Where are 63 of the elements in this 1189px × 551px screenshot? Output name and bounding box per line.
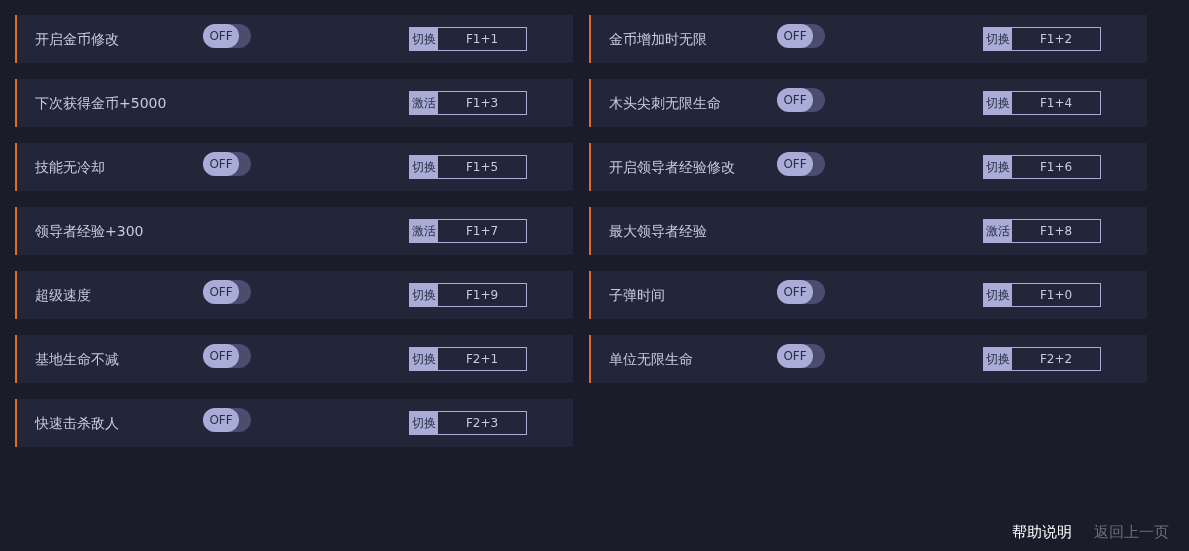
toggle-switch[interactable]: OFF	[777, 279, 825, 304]
hotkey-action: 切换	[984, 92, 1012, 114]
hotkey-box[interactable]: 切换 F1+2	[983, 27, 1101, 51]
cheat-label: 快速击杀敌人	[33, 413, 120, 433]
hotkey-box[interactable]: 切换 F1+9	[409, 283, 527, 307]
toggle-switch[interactable]: OFF	[777, 151, 825, 176]
hotkey-text: F1+2	[1038, 31, 1074, 48]
hotkey-box[interactable]: 激活 F1+7	[409, 219, 527, 243]
cheat-label: 基地生命不减	[34, 349, 120, 369]
hotkey-text: F1+5	[464, 159, 500, 176]
hotkey-text: F1+9	[464, 287, 500, 304]
hotkey-box[interactable]: 切换 F2+1	[409, 347, 527, 371]
hotkey-text: F1+4	[1038, 95, 1074, 112]
hotkey-text: F2+3	[464, 415, 500, 432]
hotkey-box[interactable]: 切换 F1+5	[409, 155, 527, 179]
hotkey-action: 切换	[410, 28, 438, 50]
hotkey-action: 切换	[410, 348, 438, 370]
footer-link[interactable]: 帮助说明	[1012, 520, 1072, 543]
hotkey-box[interactable]: 切换 F1+1	[409, 27, 527, 51]
hotkey-box[interactable]: 切换 F2+3	[409, 411, 527, 435]
hotkey-text: F1+8	[1038, 223, 1074, 240]
cheat-label: 技能无冷却	[34, 157, 106, 177]
hotkey-action: 激活	[410, 220, 438, 242]
hotkey-text: F1+1	[464, 31, 500, 48]
cheat-label: 子弹时间	[608, 285, 666, 305]
hotkey-action: 切换	[410, 284, 438, 306]
hotkey-box[interactable]: 切换 F2+2	[983, 347, 1101, 371]
toggle-switch[interactable]: OFF	[203, 23, 251, 48]
toggle-switch[interactable]: OFF	[777, 23, 825, 48]
cheat-label: 下次获得金币+5000	[34, 93, 168, 113]
hotkey-text: F1+0	[1038, 287, 1074, 304]
hotkey-box[interactable]: 切换 F1+4	[983, 91, 1101, 115]
cheat-label: 金币增加时无限	[608, 29, 708, 49]
hotkey-box[interactable]: 激活 F1+8	[983, 219, 1101, 243]
hotkey-action: 切换	[984, 156, 1012, 178]
hotkey-text: F2+2	[1038, 351, 1074, 368]
hotkey-text: F2+1	[464, 351, 500, 368]
hotkey-action: 切换	[984, 284, 1012, 306]
cheat-label: 超级速度	[34, 285, 92, 305]
toggle-switch[interactable]: OFF	[203, 151, 251, 176]
cheat-label: 木头尖刺无限生命	[608, 93, 722, 113]
hotkey-action: 切换	[984, 28, 1012, 50]
cheat-label: 最大领导者经验	[608, 221, 708, 241]
hotkey-box[interactable]: 切换 F1+6	[983, 155, 1101, 179]
hotkey-action: 激活	[410, 92, 438, 114]
cheat-label: 单位无限生命	[608, 349, 694, 369]
cheat-label: 开启金币修改	[34, 29, 120, 49]
cheat-label: 领导者经验+300	[34, 221, 145, 241]
hotkey-text: F1+7	[464, 223, 500, 240]
hotkey-action: 切换	[410, 412, 438, 434]
hotkey-action: 切换	[984, 348, 1012, 370]
cheat-label: 开启领导者经验修改	[608, 157, 736, 177]
toggle-switch[interactable]: OFF	[203, 343, 251, 368]
toggle-switch[interactable]: OFF	[777, 87, 825, 112]
toggle-switch[interactable]: OFF	[777, 343, 825, 368]
hotkey-action: 激活	[984, 220, 1012, 242]
hotkey-text: F1+6	[1038, 159, 1074, 176]
hotkey-text: F1+3	[464, 95, 500, 112]
toggle-switch[interactable]: OFF	[203, 279, 251, 304]
hotkey-box[interactable]: 激活 F1+3	[409, 91, 527, 115]
toggle-switch[interactable]: OFF	[203, 407, 251, 432]
hotkey-box[interactable]: 切换 F1+0	[983, 283, 1101, 307]
hotkey-action: 切换	[410, 156, 438, 178]
